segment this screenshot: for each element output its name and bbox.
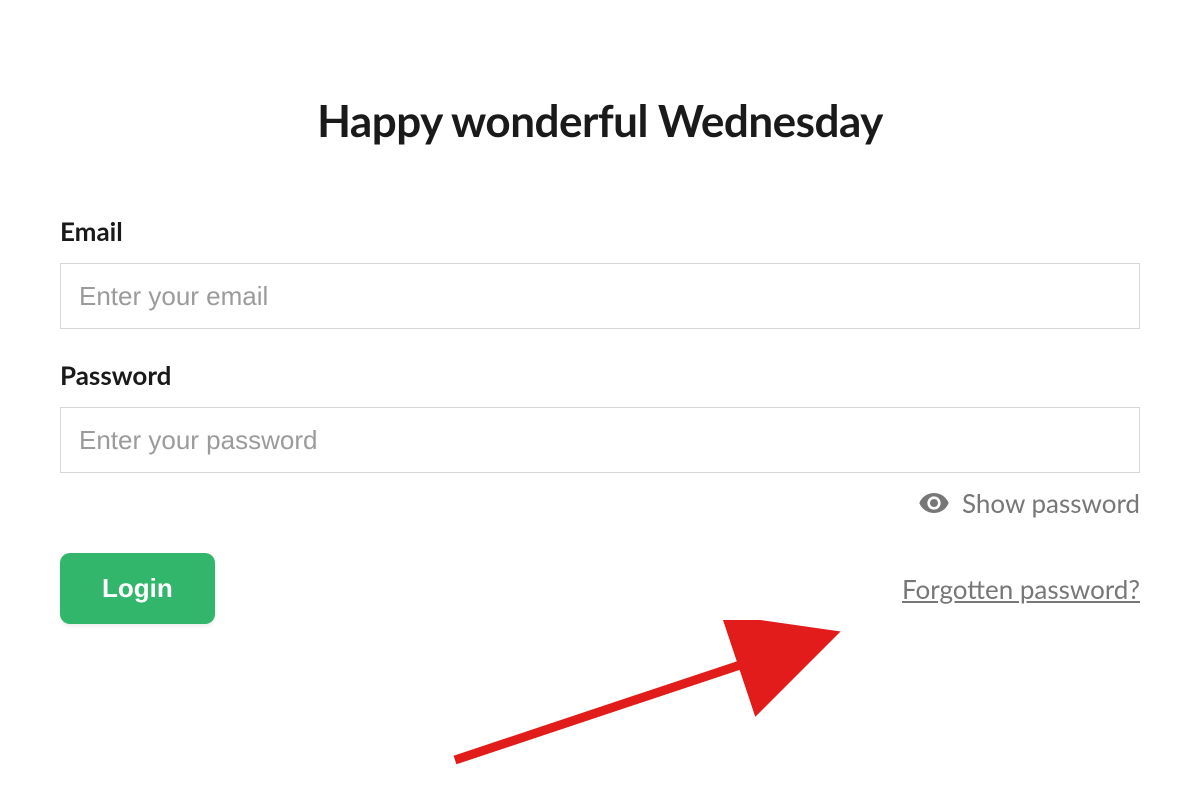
login-button[interactable]: Login	[60, 553, 215, 624]
email-group: Email	[60, 215, 1140, 329]
eye-icon	[918, 487, 950, 519]
annotation-arrow	[445, 620, 865, 780]
page-title: Happy wonderful Wednesday	[60, 95, 1140, 147]
login-form-container: Happy wonderful Wednesday Email Password…	[60, 0, 1140, 624]
password-group: Password	[60, 359, 1140, 473]
show-password-row: Show password	[60, 487, 1140, 523]
bottom-row: Login Forgotten password?	[60, 553, 1140, 624]
show-password-label: Show password	[962, 487, 1140, 519]
show-password-toggle[interactable]: Show password	[918, 487, 1140, 519]
password-input[interactable]	[60, 407, 1140, 473]
password-label: Password	[60, 359, 1140, 391]
email-label: Email	[60, 215, 1140, 247]
forgot-password-link[interactable]: Forgotten password?	[902, 573, 1140, 605]
email-input[interactable]	[60, 263, 1140, 329]
